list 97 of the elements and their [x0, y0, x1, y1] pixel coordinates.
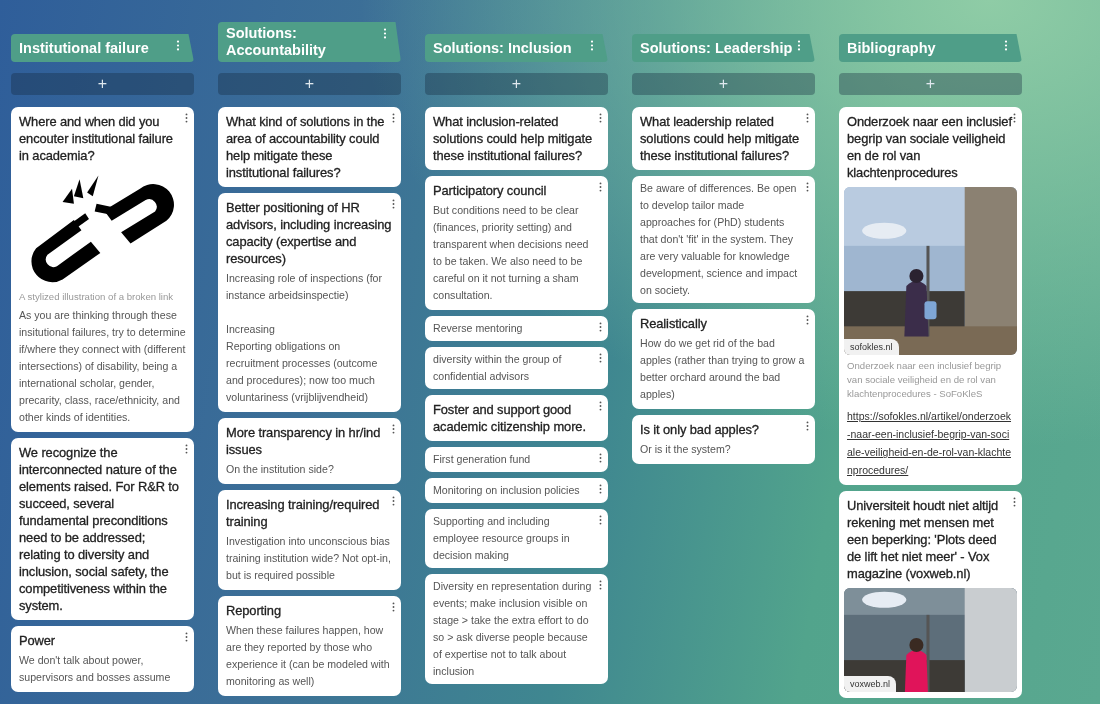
menu-icon[interactable] — [1013, 113, 1016, 123]
card[interactable]: Supporting and including employee resource groups in decision making — [425, 509, 608, 568]
card-title: Universiteit houdt niet altijd rekening met mensen met een beperking: 'Plots deed de lift het niet meer' - Vox magazine (voxweb.nl) — [847, 497, 1000, 582]
card-title: Foster and support good academic citizenship more. — [433, 401, 587, 435]
card[interactable]: Monitoring on inclusion policies — [425, 478, 608, 503]
card[interactable]: Diversity en representation during events; make inclusion visible on stage > take the extra effort to do so > ask diverse people because of expertise not to talk about inclusion — [425, 574, 608, 684]
card-title: More transparency in hr/ind issues — [226, 424, 382, 458]
menu-icon[interactable] — [185, 444, 188, 454]
menu-icon[interactable] — [806, 421, 809, 431]
link[interactable]: https://sofokles.nl/artikel/onderzoek-naar-een-inclusief-begrip-van-sociale-veiligheid-en-de-rol-van-klachtenprocedures/ — [847, 407, 1014, 479]
card[interactable]: Realistically How do we get rid of the bad apples (rather than trying to grow a better orchard around the bad apples) — [632, 309, 815, 409]
card-title: We recognize the interconnected nature of the elements raised. For R&R to succeed, several fundamental preconditions need to be addressed; relating to diversity and inclusion, social safety, the competitiveness within the system. — [19, 444, 180, 614]
menu-icon[interactable] — [599, 484, 602, 494]
menu-icon[interactable] — [392, 496, 395, 506]
menu-icon[interactable] — [599, 580, 602, 590]
card-title: Increasing training/required training — [226, 496, 381, 530]
card-text: Increasing role of inspections (for instance arbeidsinspectie) Increasing Reporting obligations on recruitment processes (outcome and procedures); now too much voluntariness (vrijblijvendheid) — [226, 271, 384, 405]
card-text: Or is it the system? — [640, 442, 732, 457]
menu-icon[interactable] — [392, 113, 395, 123]
card[interactable]: diversity within the group of confidential advisors — [425, 347, 608, 389]
column-title: Bibliography — [847, 39, 936, 57]
card-title: Realistically — [640, 315, 708, 332]
card-text: How do we get rid of the bad apples (rather than trying to grow a better orchard around the bad apples) — [640, 336, 806, 402]
card[interactable]: Participatory council But conditions need to be clear (finances, priority setting) and transparent when decisions need to be taken. We also need to be careful on it not turning a sham consultation. — [425, 176, 608, 310]
card[interactable]: Is it only bad apples? Or is it the system? — [632, 415, 815, 464]
add-card-button[interactable]: + — [11, 73, 194, 95]
column-title: Solutions: Leadership — [640, 39, 793, 57]
card-text: Investigation into unconscious bias training institution wide? Not opt-in, but is required possible — [226, 534, 392, 583]
menu-icon[interactable] — [1004, 40, 1008, 51]
menu-icon[interactable] — [185, 113, 188, 123]
menu-icon[interactable] — [806, 113, 809, 123]
card-text: We don't talk about power, supervisors and bosses assume — [19, 653, 172, 685]
add-card-button[interactable]: + — [218, 73, 401, 95]
card-text: Supporting and including employee resource groups in decision making — [433, 514, 571, 563]
column-title: Solutions: Inclusion — [433, 39, 572, 57]
menu-icon[interactable] — [599, 453, 602, 463]
card[interactable]: More transparency in hr/ind issues On the institution side? — [218, 418, 401, 484]
menu-icon[interactable] — [590, 40, 594, 51]
card-text: As you are thinking through these insitutional failures, try to determine if/where they connect with (different intersections) of disability, being a international scholar, gender, precarity, class, race/ethnicity, and other kinds of identities. — [19, 308, 186, 425]
card[interactable] — [11, 107, 194, 432]
card[interactable] — [839, 107, 1022, 485]
menu-icon[interactable] — [806, 315, 809, 325]
card-title: Reporting — [226, 602, 282, 619]
menu-icon[interactable] — [185, 632, 188, 642]
menu-icon[interactable] — [599, 322, 602, 332]
source-label: sofokles.nl — [844, 339, 899, 355]
card-title: Onderzoek naar een inclusief begrip van sociale veiligheid en de rol van klachtenprocedures — [847, 113, 1013, 181]
menu-icon[interactable] — [392, 424, 395, 434]
card-text: On the institution side? — [226, 462, 335, 477]
card-title: Better positioning of HR advisors, including increasing capacity (expertise and resources) — [226, 199, 393, 267]
menu-icon[interactable] — [392, 602, 395, 612]
card[interactable] — [218, 193, 401, 412]
menu-icon[interactable] — [599, 113, 602, 123]
card-text: Diversity en representation during events; make inclusion visible on stage > take the extra effort to do so > ask diverse people because of expertise not to talk about inclusion — [433, 579, 593, 679]
menu-icon[interactable] — [392, 199, 395, 209]
column-title: Solutions: Accountability — [226, 25, 327, 59]
card-text: First generation fund — [433, 452, 532, 467]
card-text: diversity within the group of confidential advisors — [433, 352, 563, 384]
card[interactable]: What kind of solutions in the area of accountability could help mitigate these institutional failures? — [218, 107, 401, 187]
card-title: What inclusion-related solutions could help mitigate these institutional failures? — [433, 113, 594, 164]
card[interactable]: Universiteit houdt niet altijd rekening met mensen met een beperking: 'Plots deed de lift het niet meer' - Vox magazine (voxweb.nl) voxweb.nl — [839, 491, 1022, 698]
card[interactable]: First generation fund — [425, 447, 608, 472]
menu-icon[interactable] — [599, 353, 602, 363]
card-title: Participatory council — [433, 182, 548, 199]
menu-icon[interactable] — [383, 28, 387, 39]
menu-icon[interactable] — [806, 182, 809, 192]
card-title: Power — [19, 632, 57, 649]
menu-icon[interactable] — [176, 40, 180, 51]
add-card-button[interactable]: + — [425, 73, 608, 95]
card-text: When these failures happen, how are they reported by those who experience it (can be modeled with monitoring as well) — [226, 623, 391, 689]
card-text: But conditions need to be clear (finances, priority setting) and transparent when decisions need to be taken. We also need to be careful on it not turning a sham consultation. — [433, 203, 590, 303]
card[interactable] — [11, 438, 194, 620]
card[interactable]: What leadership related solutions could help mitigate these institutional failures? — [632, 107, 815, 170]
card[interactable]: Foster and support good academic citizenship more. — [425, 395, 608, 441]
card[interactable]: Reporting When these failures happen, how are they reported by those who experience it (can be modeled with monitoring as well) — [218, 596, 401, 696]
card[interactable]: Reverse mentoring — [425, 316, 608, 341]
card[interactable]: Be aware of differences. Be open to develop tailor made approaches for (PhD) students that don't 'fit' in the system. They are very valuable for knowledge development, science and impact on society. — [632, 176, 815, 303]
card-title: Is it only bad apples? — [640, 421, 760, 438]
card-title: What kind of solutions in the area of accountability could help mitigate these institutional failures? — [226, 113, 386, 181]
add-card-button[interactable]: + — [632, 73, 815, 95]
card-text: Be aware of differences. Be open to develop tailor made approaches for (PhD) students that don't 'fit' in the system. They are very valuable for knowledge development, science and impact on society. — [640, 181, 799, 298]
menu-icon[interactable] — [599, 182, 602, 192]
image-caption: A stylized illustration of a broken link — [19, 290, 175, 304]
source-label: voxweb.nl — [844, 676, 897, 692]
menu-icon[interactable] — [1013, 497, 1016, 507]
card[interactable]: Increasing training/required training Investigation into unconscious bias training institution wide? Not opt-in, but is required possible — [218, 490, 401, 590]
card-text: Monitoring on inclusion policies — [433, 483, 581, 498]
card-title: What leadership related solutions could help mitigate these institutional failures? — [640, 113, 801, 164]
menu-icon[interactable] — [797, 40, 801, 51]
card[interactable]: What inclusion-related solutions could help mitigate these institutional failures? — [425, 107, 608, 170]
image-caption: Onderzoek naar een inclusief begrip van sociale veiligheid en de rol van klachtenprocedures - SoFoKleS — [847, 359, 1003, 401]
card-title: Where and when did you encouter institutional failure in academia? — [19, 113, 174, 164]
menu-icon[interactable] — [599, 515, 602, 525]
card[interactable]: Power We don't talk about power, supervisors and bosses assume — [11, 626, 194, 692]
menu-icon[interactable] — [599, 401, 602, 411]
column-title: Institutional failure — [19, 39, 149, 57]
card-text: Reverse mentoring — [433, 321, 524, 336]
